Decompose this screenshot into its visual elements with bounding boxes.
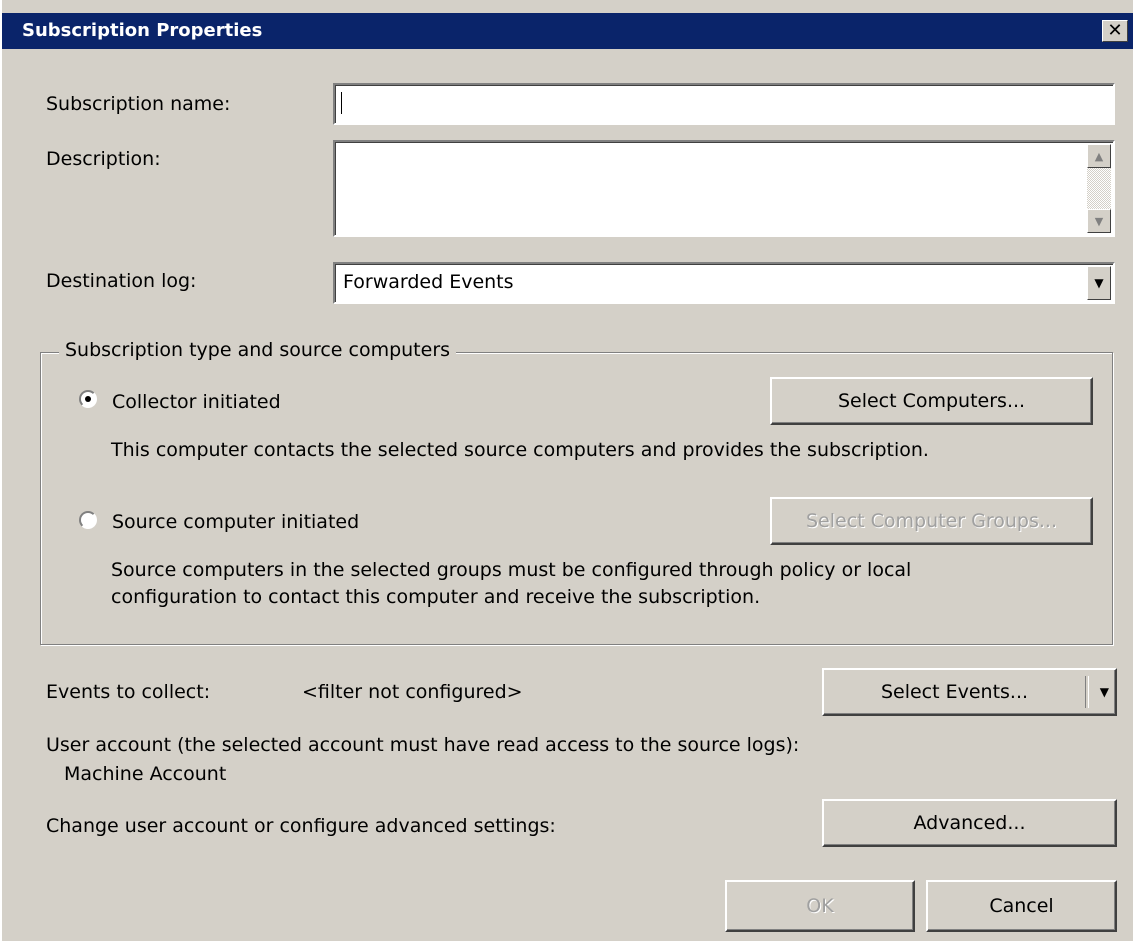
collector-initiated-label[interactable]: Collector initiated — [112, 391, 281, 413]
select-events-split-button[interactable]: Select Events... ▼ — [822, 668, 1117, 716]
ok-button[interactable]: OK — [725, 880, 915, 932]
select-events-label: Select Events... — [880, 681, 1029, 703]
subscription-properties-dialog: Subscription Properties ✕ Subscription n… — [0, 0, 1133, 941]
collector-initiated-radio[interactable] — [79, 390, 97, 408]
scroll-up-button[interactable]: ▲ — [1087, 144, 1111, 168]
split-divider — [1085, 676, 1089, 708]
text-caret — [341, 92, 342, 114]
source-initiated-radio[interactable] — [79, 511, 97, 529]
destination-log-select[interactable]: Forwarded Events ▼ — [333, 262, 1115, 304]
description-textarea[interactable]: ▲ ▼ — [333, 140, 1115, 237]
radio-selected-dot — [85, 396, 91, 402]
scroll-down-button[interactable]: ▼ — [1087, 209, 1111, 233]
source-initiated-label[interactable]: Source computer initiated — [112, 511, 359, 533]
subscription-type-legend: Subscription type and source computers — [59, 339, 457, 361]
advanced-button-label: Advanced... — [913, 812, 1026, 834]
close-button[interactable]: ✕ — [1102, 20, 1128, 42]
cancel-button[interactable]: Cancel — [926, 880, 1117, 932]
destination-log-label: Destination log: — [46, 270, 197, 292]
description-label: Description: — [46, 148, 161, 170]
chevron-down-icon[interactable]: ▼ — [1100, 670, 1109, 714]
cancel-label: Cancel — [989, 895, 1054, 917]
subscription-name-input[interactable] — [333, 83, 1115, 125]
events-to-collect-label: Events to collect: — [46, 681, 211, 703]
user-account-value: Machine Account — [64, 763, 227, 785]
destination-log-dropdown-button[interactable]: ▼ — [1087, 266, 1111, 300]
select-computers-button[interactable]: Select Computers... — [770, 377, 1093, 425]
source-description-line1: Source computers in the selected groups … — [111, 559, 912, 581]
subscription-type-group: Subscription type and source computers C… — [40, 339, 1113, 645]
arrow-down-icon: ▼ — [1094, 214, 1104, 228]
advanced-settings-label: Change user account or configure advance… — [46, 815, 556, 837]
user-account-label: User account (the selected account must … — [46, 734, 800, 756]
advanced-button[interactable]: Advanced... — [822, 799, 1117, 847]
subscription-name-label: Subscription name: — [46, 93, 231, 115]
window-title: Subscription Properties — [22, 20, 263, 41]
source-description-line2: configuration to contact this computer a… — [111, 586, 761, 608]
arrow-up-icon: ▲ — [1094, 149, 1104, 163]
events-filter-value: <filter not configured> — [302, 681, 523, 703]
select-computer-groups-label: Select Computer Groups... — [805, 510, 1057, 532]
chevron-down-icon: ▼ — [1094, 276, 1104, 290]
select-computer-groups-button[interactable]: Select Computer Groups... — [770, 497, 1093, 545]
title-bar[interactable]: Subscription Properties ✕ — [2, 13, 1133, 49]
destination-log-value: Forwarded Events — [343, 271, 514, 293]
collector-description: This computer contacts the selected sour… — [111, 439, 929, 461]
select-computers-label: Select Computers... — [837, 390, 1026, 412]
close-icon: ✕ — [1107, 20, 1123, 41]
ok-label: OK — [806, 895, 834, 917]
description-scrollbar[interactable]: ▲ ▼ — [1087, 144, 1111, 233]
